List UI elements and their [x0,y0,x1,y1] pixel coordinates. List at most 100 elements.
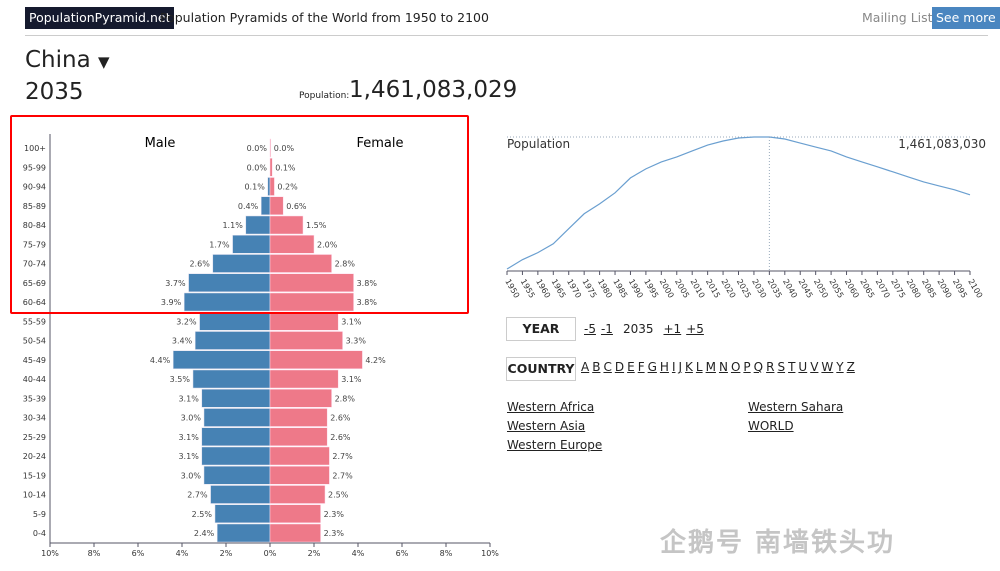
male-bar [194,331,271,350]
female-bar [269,485,326,504]
letter-link-j[interactable]: J [678,360,682,374]
age-group-label: 45-49 [23,356,46,365]
x-tick-label: 1990 [627,278,645,300]
year-plus-1-link[interactable]: +1 [663,322,681,336]
letter-link-g[interactable]: G [648,360,657,374]
female-value-label: 3.1% [341,317,362,326]
letter-link-i[interactable]: I [672,360,676,374]
mailing-list-link[interactable]: Mailing List - [862,10,941,25]
female-value-label: 2.7% [332,452,353,461]
letter-index: ABCDEFGHIJKLMNOPQRSTUVWYZ [581,360,855,374]
year-button[interactable]: YEAR [506,317,576,341]
male-value-label: 2.5% [192,510,213,519]
x-tick-label: 2000 [658,278,676,300]
region-link-western-africa[interactable]: Western Africa [507,400,594,414]
age-group-label: 10-14 [23,491,46,500]
letter-link-d[interactable]: D [615,360,624,374]
letter-link-v[interactable]: V [810,360,818,374]
female-bar [269,466,330,485]
male-value-label: 3.0% [181,471,202,480]
letter-link-b[interactable]: B [592,360,600,374]
x-tick-label: 2065 [858,278,876,300]
year-plus-5-link[interactable]: +5 [686,322,704,336]
female-bar [269,408,328,427]
year-minus-5-link[interactable]: -5 [584,322,596,336]
x-tick-label: 2050 [812,278,830,300]
watermark: 企鹅号 南墙铁头功 [660,528,896,558]
age-group-label: 30-34 [23,414,46,423]
letter-link-y[interactable]: Y [836,360,843,374]
male-value-label: 3.1% [178,394,199,403]
female-value-label: 4.2% [365,356,386,365]
male-bar [172,350,271,369]
letter-link-a[interactable]: A [581,360,589,374]
letter-link-z[interactable]: Z [847,360,855,374]
see-more-button[interactable]: See more [932,7,1000,29]
letter-link-s[interactable]: S [777,360,785,374]
x-tick-label: 1970 [565,278,583,300]
letter-link-c[interactable]: C [603,360,611,374]
female-bar [269,523,321,543]
highlight-value: 1,461,083,030 [898,137,986,151]
letter-link-k[interactable]: K [685,360,693,374]
x-tick-label: 2055 [827,278,845,300]
female-bar [269,312,339,331]
x-tick-label: 1985 [611,278,629,300]
letter-link-p[interactable]: P [743,360,750,374]
female-bar [269,389,332,408]
female-value-label: 2.6% [330,433,351,442]
letter-link-n[interactable]: N [719,360,728,374]
letter-link-f[interactable]: F [638,360,645,374]
letter-link-w[interactable]: W [821,360,833,374]
current-year: 2035 [622,322,654,336]
x-tick-label: 2045 [797,278,815,300]
x-tick-label: 1950 [503,278,521,300]
x-tick-label: 2% [308,549,321,558]
letter-link-m[interactable]: M [706,360,716,374]
highlight-annotation-box [10,115,469,314]
male-bar [201,427,271,446]
letter-link-l[interactable]: L [696,360,703,374]
female-bar [269,331,343,350]
x-tick-label: 2035 [766,278,784,300]
region-link-western-asia[interactable]: Western Asia [507,419,585,433]
x-tick-label: 4% [352,549,365,558]
x-tick-label: 2030 [750,278,768,300]
male-value-label: 3.2% [176,317,197,326]
letter-link-h[interactable]: H [660,360,669,374]
x-tick-label: 2080 [905,278,923,300]
x-tick-label: 4% [176,549,189,558]
x-tick-label: 10% [41,549,59,558]
letter-link-r[interactable]: R [766,360,774,374]
x-tick-label: 2085 [920,278,938,300]
female-value-label: 2.6% [330,414,351,423]
x-tick-label: 2100 [966,278,984,300]
letter-link-u[interactable]: U [798,360,807,374]
male-value-label: 3.0% [181,414,202,423]
x-tick-label: 8% [88,549,101,558]
x-tick-label: 1960 [534,278,552,300]
country-button[interactable]: COUNTRY [506,357,576,381]
age-group-label: 55-59 [23,317,46,326]
letter-link-o[interactable]: O [731,360,740,374]
female-bar [269,369,339,389]
letter-link-e[interactable]: E [627,360,635,374]
male-bar [210,485,271,504]
male-value-label: 4.4% [150,356,171,365]
female-value-label: 2.3% [324,510,345,519]
letter-link-t[interactable]: T [788,360,795,374]
region-link-western-sahara[interactable]: Western Sahara [748,400,843,414]
male-bar [201,389,271,408]
male-bar [201,446,271,466]
year-minus-1-link[interactable]: -1 [601,322,613,336]
region-link-world[interactable]: WORLD [748,419,794,433]
age-group-label: 40-44 [23,375,46,384]
x-tick-label: 6% [132,549,145,558]
male-value-label: 2.7% [187,491,208,500]
x-tick-label: 2075 [889,278,907,300]
female-bar [269,427,328,446]
female-value-label: 2.3% [324,529,345,538]
male-value-label: 3.4% [172,337,193,346]
letter-link-q[interactable]: Q [754,360,763,374]
region-link-western-europe[interactable]: Western Europe [507,438,602,452]
